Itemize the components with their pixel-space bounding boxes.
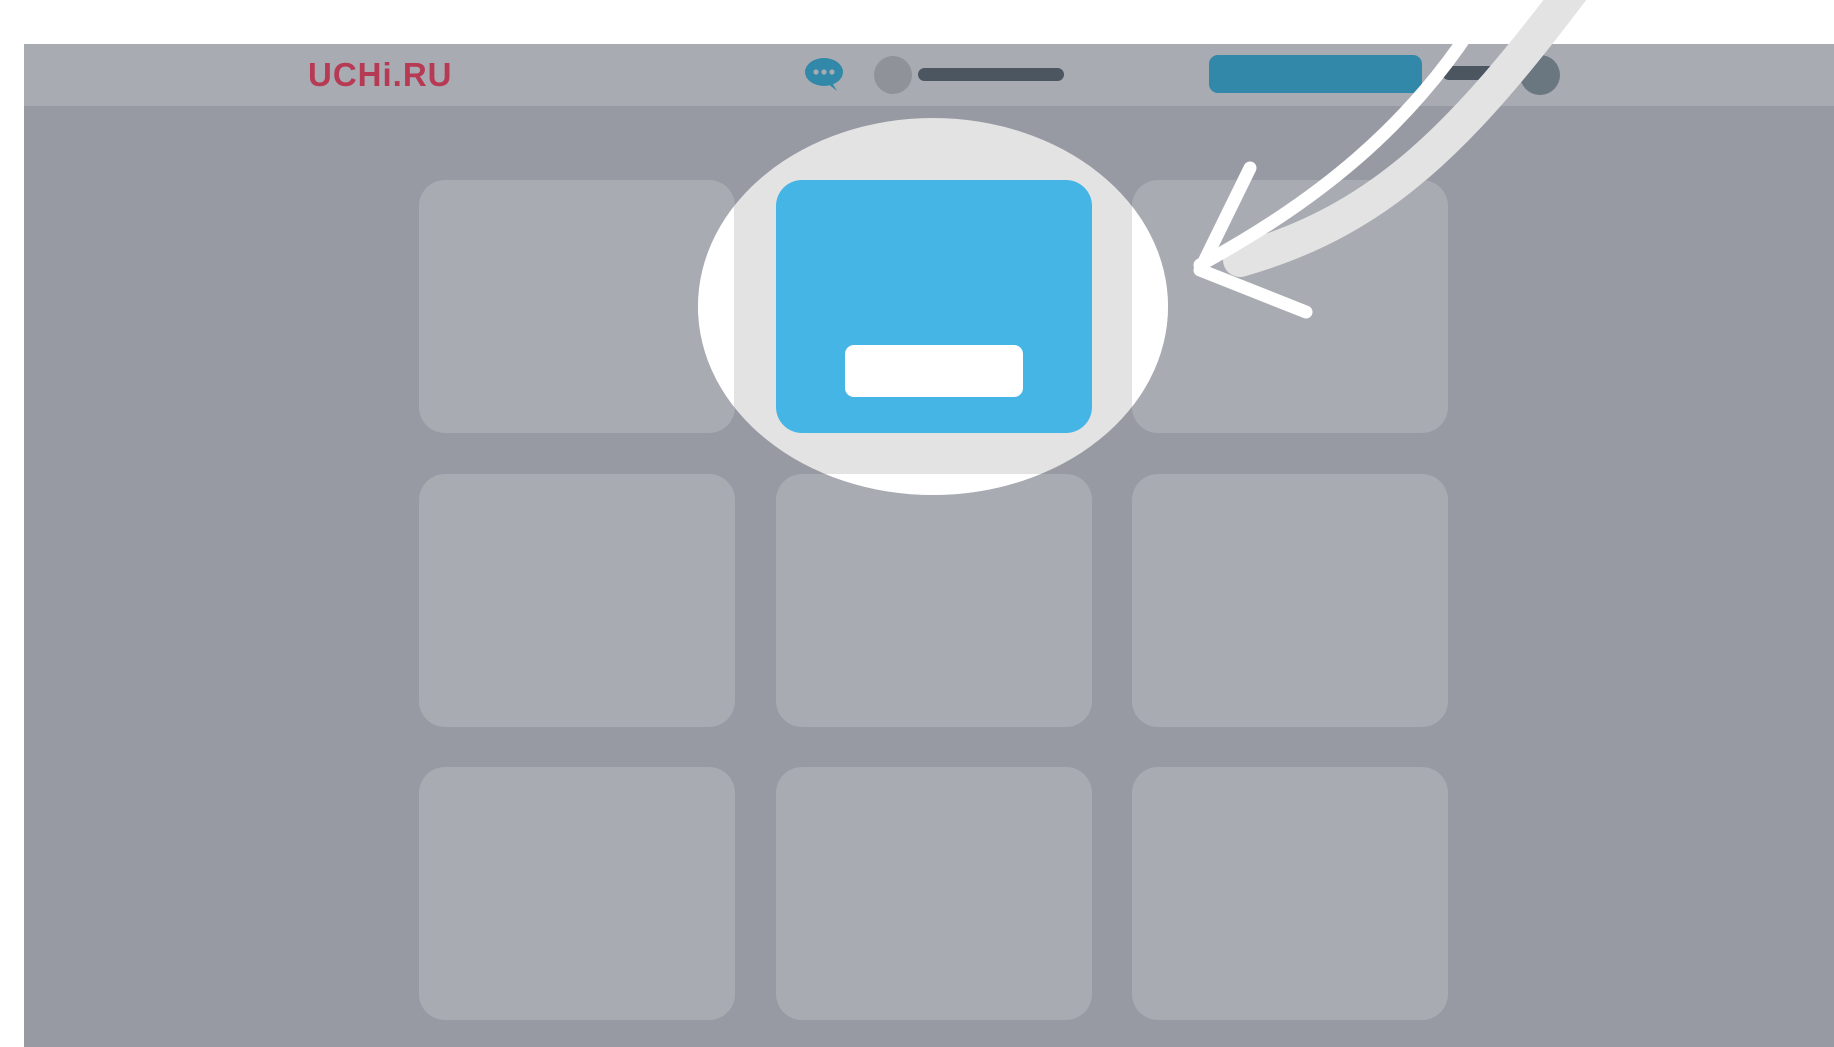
header-action-button[interactable] [1209,55,1422,93]
site-header: UCHi.RU [24,44,1834,106]
grid-tile[interactable] [419,180,735,433]
grid-tile[interactable] [776,474,1092,727]
grid-tile[interactable] [1132,180,1448,433]
grid-tile[interactable] [1132,767,1448,1020]
magnified-neighbor-tile [776,474,1092,495]
grid-tile[interactable] [419,474,735,727]
browser-window: UCHi.RU [24,44,1834,1047]
profile-avatar[interactable] [1520,55,1560,95]
grid-tile[interactable] [1132,474,1448,727]
site-logo[interactable]: UCHi.RU [308,58,453,92]
magnified-neighbor-tile [698,180,734,433]
speech-bubble-icon[interactable] [803,57,847,93]
magnified-neighbor-tile [1132,180,1168,433]
user-avatar[interactable] [874,56,912,94]
tile-action-button[interactable] [845,345,1023,397]
highlighted-tile[interactable] [776,180,1092,433]
user-name-placeholder [918,68,1064,81]
grid-tile[interactable] [776,767,1092,1020]
small-text-placeholder [1442,66,1510,80]
grid-tile[interactable] [419,767,735,1020]
